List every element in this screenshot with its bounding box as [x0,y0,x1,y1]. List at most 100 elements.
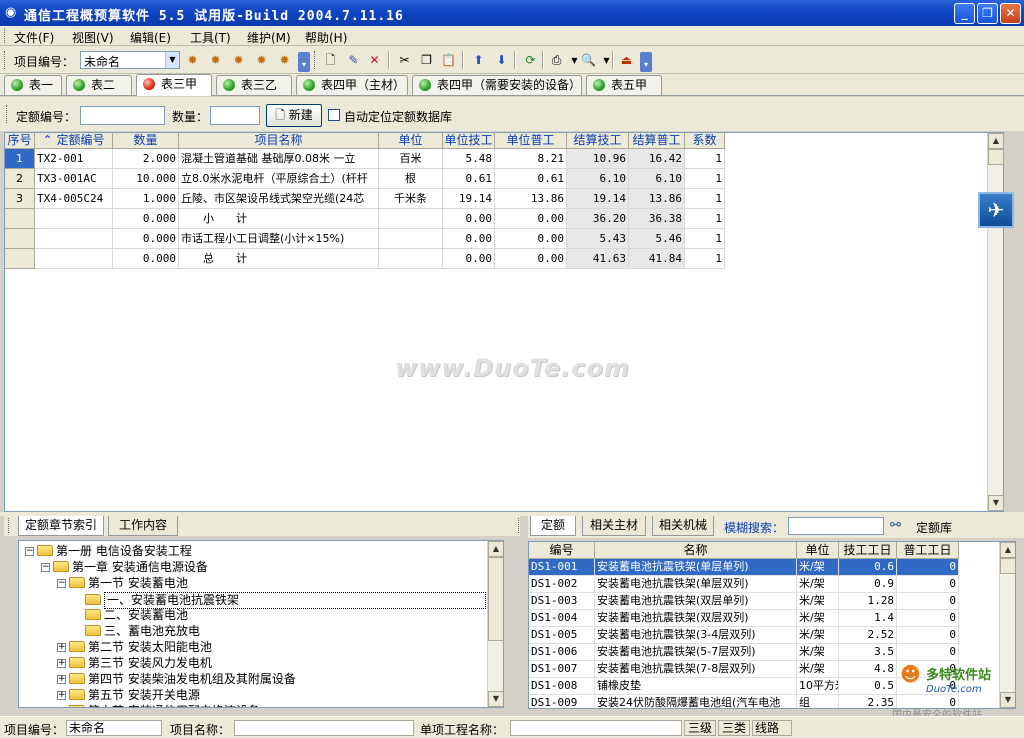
tree-node[interactable]: 二、安装蓄电池 [85,608,188,624]
db-cell-code[interactable]: DS1-009 [529,695,595,708]
cell-code[interactable]: TX2-001 [35,149,113,169]
cell-coef[interactable]: 1 [685,229,725,249]
col-header-coef[interactable]: 系数 [685,133,725,149]
db-cell-p[interactable]: 0 [897,576,959,593]
cell-name[interactable]: 丘陵、市区架设吊线式架空光缆(24芯 [179,189,379,209]
col-header-unit[interactable]: 单位 [797,542,839,559]
cell-name[interactable]: 总 计 [179,249,379,269]
db-cell-code[interactable]: DS1-002 [529,576,595,593]
db-cell-unit[interactable]: 米/架 [797,593,839,610]
row-header[interactable]: 3 [5,189,35,209]
col-header-code[interactable]: 编号 [529,542,595,559]
db-cell-unit[interactable]: 10平方米 [797,678,839,695]
quantity-input[interactable] [210,106,260,125]
scroll-thumb[interactable] [988,149,1004,165]
maximize-button[interactable]: ❐ [977,3,998,24]
exit-icon[interactable]: ⏏ [618,52,635,69]
collapse-icon[interactable]: − [57,579,66,588]
col-header-labor-days[interactable]: 普工工日 [897,542,959,559]
cell-unit[interactable]: 百米 [379,149,443,169]
db-cell-unit[interactable]: 米/架 [797,610,839,627]
cut-icon[interactable]: ✂ [396,52,413,69]
cell-coef[interactable]: 1 [685,249,725,269]
copy-icon[interactable]: ❐ [418,52,435,69]
cell-sp[interactable]: 13.86 [629,189,685,209]
db-cell-unit[interactable]: 米/架 [797,644,839,661]
cell-qty[interactable]: 2.000 [113,149,179,169]
db-cell-name[interactable]: 安装24伏防酸隔爆蓄电池组(汽车电池 [595,695,797,708]
db-cell-t[interactable]: 2.52 [839,627,897,644]
menu-help[interactable]: 帮助(H) [305,29,347,46]
col-header-tech-days[interactable]: 技工工日 [839,542,897,559]
expand-icon[interactable]: + [58,707,66,708]
db-cell-name[interactable]: 安装蓄电池抗震铁架(双层双列) [595,610,797,627]
cell-coef[interactable]: 1 [685,189,725,209]
cell-ut[interactable]: 5.48 [443,149,495,169]
panel-grip[interactable] [8,518,11,533]
cell-st[interactable]: 10.96 [567,149,629,169]
tab-table4a-materials[interactable]: 表四甲（主材） [296,75,408,95]
toolbar-grip[interactable] [4,51,7,69]
cell-unit[interactable] [379,209,443,229]
cell-up[interactable]: 0.00 [495,209,567,229]
auto-locate-checkbox[interactable] [328,109,340,121]
db-cell-t[interactable]: 1.28 [839,593,897,610]
db-cell-code[interactable]: DS1-001 [529,559,595,576]
menu-tools[interactable]: 工具(T) [190,29,231,46]
scroll-down-icon[interactable]: ▼ [488,691,503,707]
cell-sp[interactable]: 6.10 [629,169,685,189]
expand-icon[interactable]: + [57,675,66,684]
db-cell-code[interactable]: DS1-004 [529,610,595,627]
db-cell-name[interactable]: 安装蓄电池抗震铁架(单层单列) [595,559,797,576]
col-header-settle-tech[interactable]: 结算技工 [567,133,629,149]
db-cell-p[interactable]: 0 [897,593,959,610]
cell-up[interactable]: 0.61 [495,169,567,189]
tree-vertical-scrollbar[interactable]: ▲ ▼ [487,541,503,707]
tab-quota[interactable]: 定额 [530,516,576,536]
cell-ut[interactable]: 19.14 [443,189,495,209]
col-header-qty[interactable]: 数量 [113,133,179,149]
cell-ut[interactable]: 0.00 [443,229,495,249]
cell-ut[interactable]: 0.00 [443,249,495,269]
cell-code[interactable] [35,249,113,269]
cell-qty[interactable]: 1.000 [113,189,179,209]
db-cell-code[interactable]: DS1-003 [529,593,595,610]
cell-qty[interactable]: 0.000 [113,229,179,249]
row-header[interactable]: 2 [5,169,35,189]
db-cell-code[interactable]: DS1-008 [529,678,595,695]
cell-qty[interactable]: 0.000 [113,249,179,269]
gear-icon[interactable]: ✹ [184,52,201,69]
db-cell-unit[interactable]: 米/架 [797,559,839,576]
menu-grip[interactable] [4,28,7,43]
tab-table1[interactable]: 表一 [4,75,62,95]
cell-unit[interactable] [379,249,443,269]
col-header-unit-tech[interactable]: 单位技工 [443,133,495,149]
gear-icon[interactable]: ✹ [253,52,270,69]
panel-grip[interactable] [518,518,521,533]
cell-st[interactable]: 41.63 [567,249,629,269]
scroll-thumb[interactable] [1000,558,1015,574]
tab-table5a[interactable]: 表五甲 [586,75,662,95]
db-cell-unit[interactable]: 米/架 [797,661,839,678]
col-header-unit-labor[interactable]: 单位普工 [495,133,567,149]
cell-ut[interactable]: 0.00 [443,209,495,229]
collapse-icon[interactable]: − [25,547,34,556]
close-button[interactable]: ✕ [1000,3,1021,24]
tab-related-materials[interactable]: 相关主材 [582,516,646,536]
db-cell-name[interactable]: 安装蓄电池抗震铁架(双层单列) [595,593,797,610]
cell-name[interactable]: 市话工程小工日调整(小计×15%) [179,229,379,249]
menu-file[interactable]: 文件(F) [14,29,54,46]
db-cell-name[interactable]: 安装蓄电池抗震铁架(3-4层双列) [595,627,797,644]
binoculars-icon[interactable]: ⚯ [890,518,901,533]
db-cell-name[interactable]: 铺橡皮垫 [595,678,797,695]
cell-sp[interactable]: 5.46 [629,229,685,249]
cell-code[interactable] [35,209,113,229]
cell-coef[interactable]: 1 [685,169,725,189]
col-header-code[interactable]: ⌃ 定额编号 [35,133,113,149]
gear-icon[interactable]: ✹ [230,52,247,69]
print-icon[interactable]: ⎙ [548,52,565,69]
cell-up[interactable]: 8.21 [495,149,567,169]
paste-icon[interactable]: 📋 [440,52,457,69]
tree-node[interactable]: + 第三节 安装风力发电机 [57,656,212,672]
db-cell-t[interactable]: 0.6 [839,559,897,576]
